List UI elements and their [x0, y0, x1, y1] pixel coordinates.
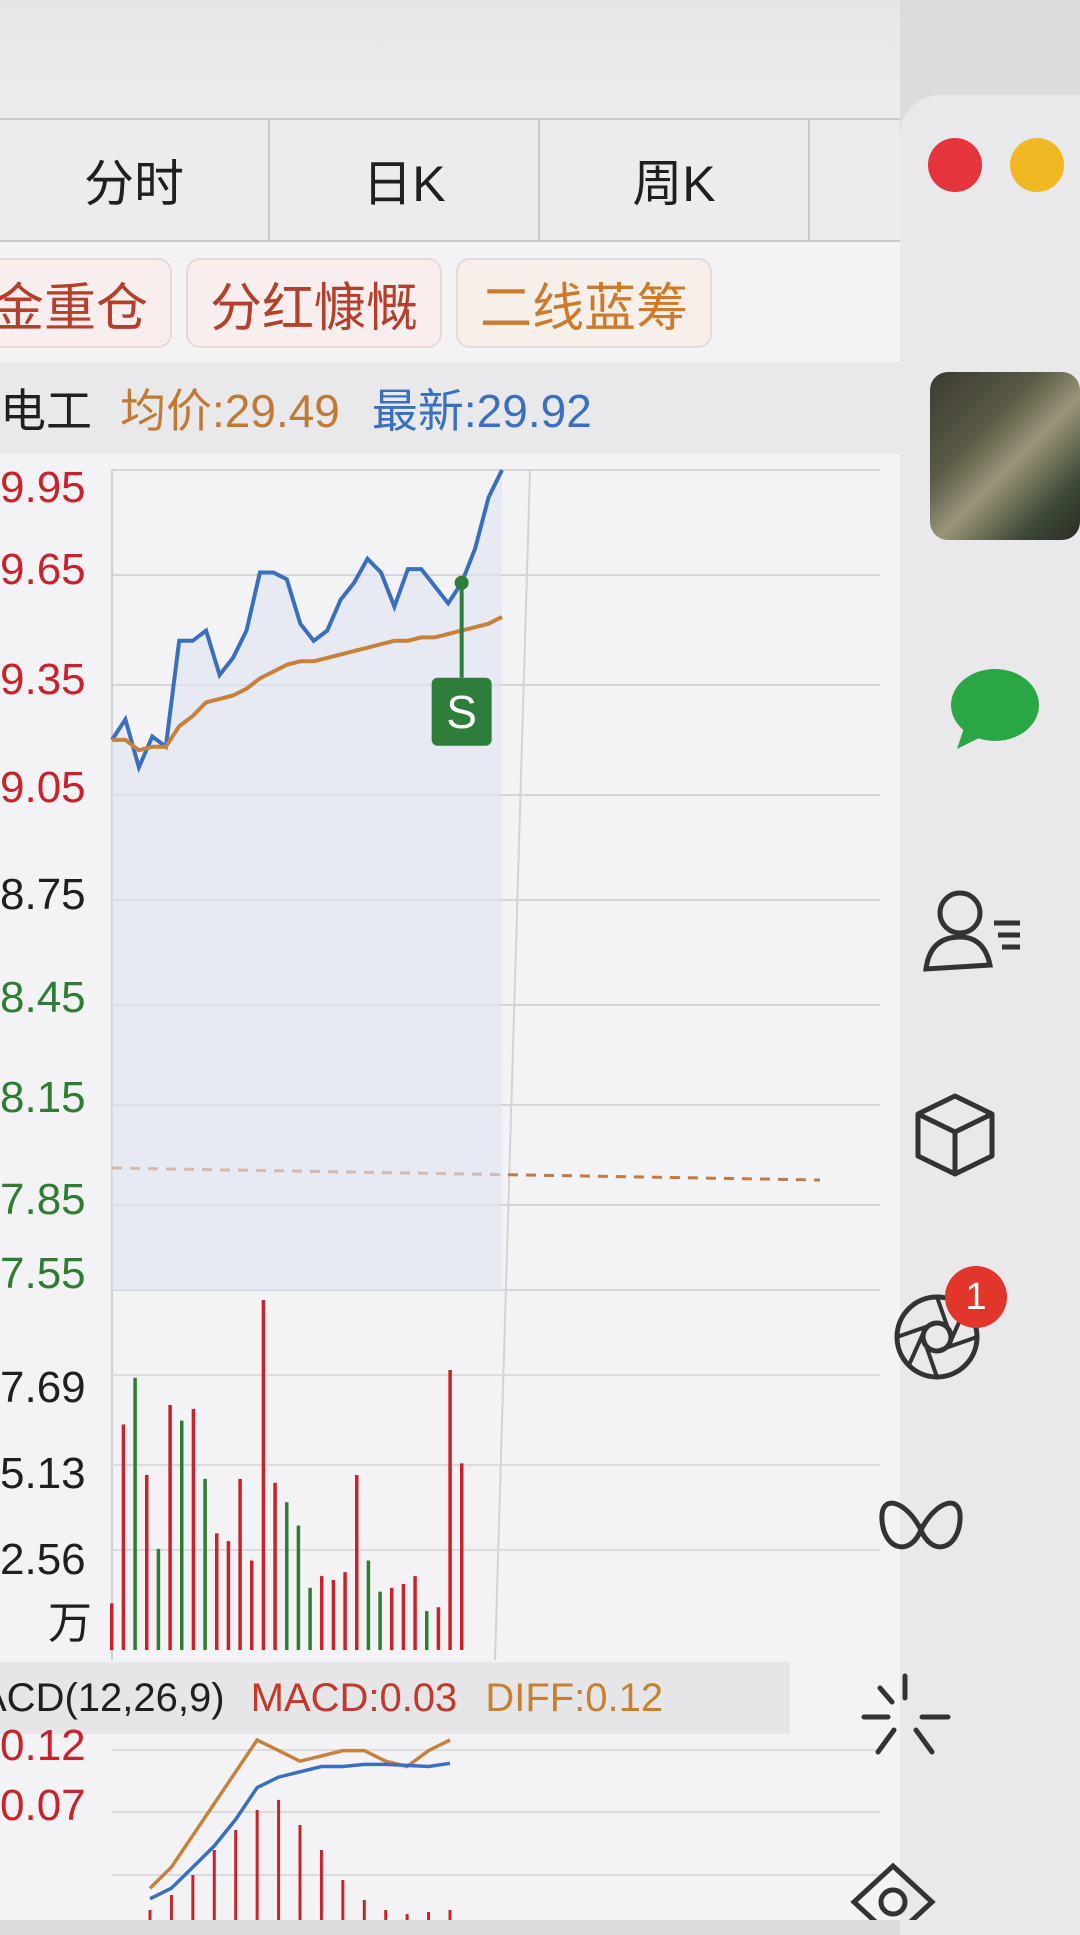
price-axis-label: 9.05: [0, 763, 86, 812]
volume-bar: [191, 1408, 196, 1650]
chat-icon[interactable]: [945, 665, 1045, 755]
macd-indicator-name[interactable]: ACD(12,26,9): [0, 1676, 225, 1721]
avatar[interactable]: [930, 372, 1080, 540]
window-minimize-button[interactable]: [1010, 138, 1064, 192]
volume-bar: [460, 1463, 464, 1650]
notification-badge: 1: [945, 1266, 1007, 1328]
volume-bar: [180, 1420, 184, 1650]
volume-bar: [145, 1475, 149, 1650]
volume-bar: [203, 1478, 207, 1650]
volume-bar: [401, 1583, 406, 1650]
volume-bar: [273, 1482, 277, 1650]
trading-app-screen: 分时 日K 周K 金重仓 分红慷慨 二线蓝筹 电工 均价:29.49 最新:29…: [0, 0, 900, 1920]
volume-axis-label: 2.56: [0, 1535, 86, 1584]
intraday-chart[interactable]: S: [0, 0, 900, 1920]
price-axis-label: 7.55: [0, 1249, 86, 1298]
volume-bar: [250, 1560, 254, 1650]
price-axis-label: 9.35: [0, 655, 86, 704]
volume-bar: [296, 1525, 301, 1650]
macd-axis-label: 0.07: [0, 1781, 86, 1830]
volume-bar: [156, 1548, 161, 1650]
contacts-icon[interactable]: [920, 885, 1030, 975]
volume-bar: [355, 1475, 359, 1650]
volume-bar: [366, 1560, 371, 1650]
chat-app-sidebar: [900, 95, 1080, 1935]
macd-value: MACD:0.03: [250, 1675, 458, 1720]
sparkle-icon[interactable]: [858, 1672, 953, 1762]
price-axis-label: 8.15: [0, 1073, 86, 1122]
price-area-fill: [112, 470, 502, 1290]
volume-bar: [168, 1405, 172, 1650]
window-close-button[interactable]: [928, 138, 982, 192]
price-axis-label: 8.75: [0, 870, 86, 919]
volume-bar: [308, 1587, 312, 1650]
sell-marker-label: S: [446, 686, 477, 738]
compass-icon[interactable]: [848, 1862, 938, 1920]
volume-bar: [215, 1533, 219, 1650]
butterfly-icon[interactable]: [876, 1495, 966, 1565]
volume-bar: [378, 1591, 382, 1650]
price-axis-label: 7.85: [0, 1175, 86, 1224]
volume-axis-label: 5.13: [0, 1449, 86, 1498]
price-axis-label: 9.95: [0, 463, 86, 512]
volume-bar: [110, 1603, 114, 1650]
volume-bar: [133, 1377, 137, 1650]
volume-bar: [436, 1607, 441, 1650]
volume-axis-label: 7.69: [0, 1363, 86, 1412]
volume-bar: [261, 1300, 266, 1650]
volume-bar: [121, 1424, 126, 1650]
volume-bar: [448, 1370, 452, 1650]
volume-bar: [425, 1611, 429, 1650]
volume-bar: [390, 1587, 394, 1650]
diff-value: DIFF:0.12: [485, 1675, 664, 1720]
volume-bar: [331, 1580, 336, 1650]
macd-axis-label: 0.12: [0, 1721, 86, 1770]
volume-bar: [413, 1576, 417, 1650]
volume-bar: [285, 1502, 289, 1650]
macd-header: ACD(12,26,9) MACD:0.03 DIFF:0.12: [0, 1662, 790, 1734]
price-axis-label: 9.65: [0, 545, 86, 594]
volume-bar: [320, 1576, 324, 1650]
box-icon[interactable]: [910, 1090, 1000, 1180]
volume-unit-label: 万: [48, 1599, 92, 1648]
volume-bar: [226, 1541, 231, 1650]
volume-bar: [343, 1572, 347, 1650]
volume-bar: [238, 1478, 242, 1650]
price-axis-label: 8.45: [0, 973, 86, 1022]
